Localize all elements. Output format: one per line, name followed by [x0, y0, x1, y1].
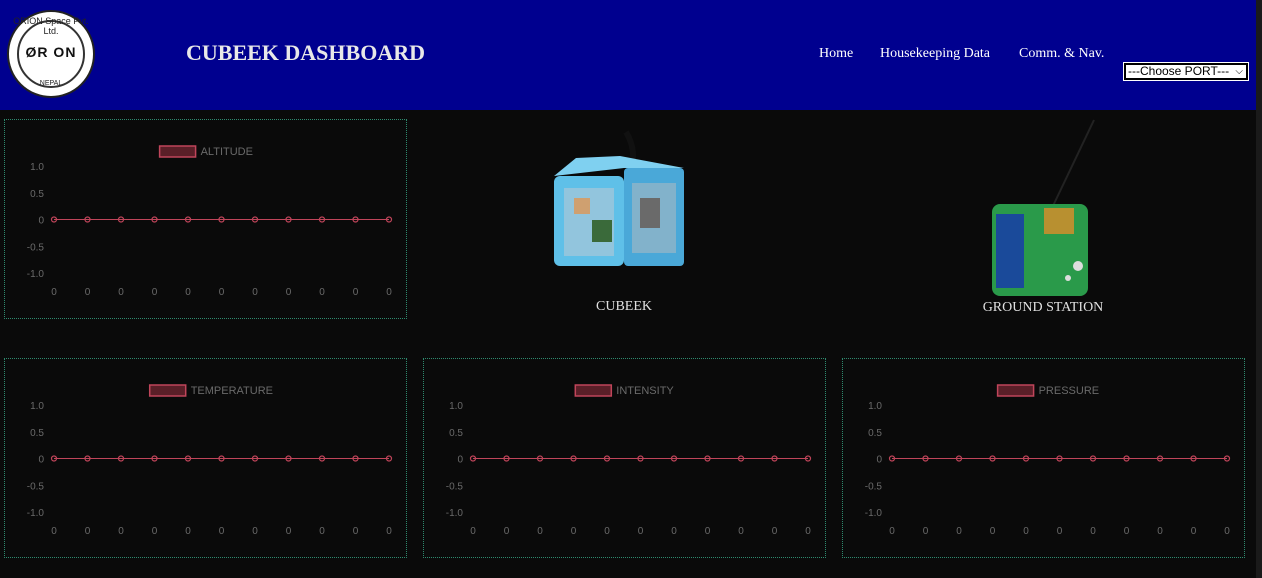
- legend-swatch: [148, 384, 187, 397]
- intensity-chart-panel: INTENSITY 1.0 0.5 0 -0.5 -1.0 0 0 0 0 0 0 0 0 0 0 0: [423, 358, 826, 558]
- orion-logo[interactable]: ORION Space Pvt. Ltd. ØR ON NEPAL: [7, 10, 95, 98]
- chevron-down-icon: ⌵: [1235, 66, 1243, 77]
- port-select[interactable]: ---Choose PORT--- ⌵: [1123, 62, 1249, 81]
- right-edge-strip: [1256, 0, 1262, 578]
- x-tick-label: 0: [353, 526, 359, 537]
- x-tick-label: 0: [990, 526, 996, 537]
- x-tick-label: 0: [671, 526, 677, 537]
- x-tick-label: 0: [286, 287, 292, 298]
- altitude-chart-panel: ALTITUDE 1.0 0.5 0 -0.5 -1.0 0 0 0 0 0 0 0 0 0 0 0: [4, 119, 407, 319]
- x-tick-label: 0: [185, 526, 191, 537]
- x-tick-label: 0: [319, 526, 325, 537]
- pressure-chart-panel: PRESSURE 1.0 0.5 0 -0.5 -1.0 0 0 0 0 0 0 0 0 0 0 0: [842, 358, 1245, 558]
- nav-home[interactable]: Home: [819, 46, 853, 62]
- cubeek-label: CUBEEK: [596, 299, 652, 314]
- x-tick-label: 0: [1124, 526, 1130, 537]
- port-select-value: ---Choose PORT---: [1128, 64, 1230, 78]
- y-tick-label: 1.0: [449, 401, 463, 412]
- x-tick-label: 0: [956, 526, 962, 537]
- x-tick-label: 0: [118, 526, 124, 537]
- x-tick-label: 0: [386, 526, 392, 537]
- x-tick-label: 0: [772, 526, 778, 537]
- y-tick-label: 0: [457, 455, 463, 466]
- x-tick-label: 0: [219, 287, 225, 298]
- ground-station-image: [992, 119, 1095, 296]
- y-tick-label: -0.5: [27, 481, 45, 492]
- x-tick-label: 0: [185, 287, 191, 298]
- header-bar: ORION Space Pvt. Ltd. ØR ON NEPAL CUBEEK…: [0, 0, 1256, 110]
- y-tick-label: 0.5: [868, 428, 882, 439]
- y-tick-label: 0.5: [30, 189, 44, 200]
- y-tick-label: -0.5: [446, 481, 464, 492]
- y-tick-label: -0.5: [27, 242, 45, 253]
- intensity-chart: INTENSITY 1.0 0.5 0 -0.5 -1.0 0 0 0 0 0 0 0 0 0 0 0: [446, 384, 811, 537]
- x-tick-label: 0: [889, 526, 895, 537]
- y-tick-label: 1.0: [30, 401, 44, 412]
- temperature-chart-panel: TEMPERATURE 1.0 0.5 0 -0.5 -1.0 0 0 0 0 0 0 0 0 0 0 0: [4, 358, 407, 558]
- x-tick-label: 0: [1023, 526, 1029, 537]
- x-tick-label: 0: [1224, 526, 1230, 537]
- y-tick-label: -1.0: [27, 508, 45, 519]
- x-tick-label: 0: [504, 526, 510, 537]
- x-tick-label: 0: [537, 526, 543, 537]
- x-tick-label: 0: [571, 526, 577, 537]
- x-tick-label: 0: [85, 526, 91, 537]
- y-tick-label: 1.0: [868, 401, 882, 412]
- x-tick-label: 0: [1191, 526, 1197, 537]
- y-tick-label: 0.5: [449, 428, 463, 439]
- ground-station-figure: GROUND STATION: [978, 118, 1108, 315]
- ground-station-label: GROUND STATION: [982, 300, 1104, 315]
- x-tick-label: 0: [152, 526, 158, 537]
- cubeek-figure: CUBEEK: [540, 128, 708, 315]
- y-tick-label: 0: [38, 455, 44, 466]
- x-tick-label: 0: [85, 287, 91, 298]
- y-tick-label: -0.5: [865, 481, 883, 492]
- y-tick-label: -1.0: [27, 269, 45, 280]
- x-tick-label: 0: [219, 526, 225, 537]
- x-tick-label: 0: [638, 526, 644, 537]
- legend-swatch: [574, 384, 613, 397]
- altitude-chart: ALTITUDE 1.0 0.5 0 -0.5 -1.0 0 0 0 0 0 0 0 0 0 0 0: [27, 145, 392, 298]
- x-tick-label: 0: [923, 526, 929, 537]
- logo-mark: ØR ON: [25, 44, 77, 60]
- x-tick-label: 0: [1090, 526, 1096, 537]
- x-tick-label: 0: [319, 287, 325, 298]
- x-tick-label: 0: [705, 526, 711, 537]
- x-tick-label: 0: [805, 526, 811, 537]
- y-tick-label: 0.5: [30, 428, 44, 439]
- legend-label: ALTITUDE: [201, 146, 253, 158]
- x-tick-label: 0: [1157, 526, 1163, 537]
- x-tick-label: 0: [152, 287, 158, 298]
- logo-bottom-text: NEPAL: [39, 80, 63, 87]
- pressure-chart: PRESSURE 1.0 0.5 0 -0.5 -1.0 0 0 0 0 0 0 0 0 0 0 0: [865, 384, 1230, 537]
- x-tick-label: 0: [51, 287, 57, 298]
- x-tick-label: 0: [286, 526, 292, 537]
- x-tick-label: 0: [252, 287, 258, 298]
- legend-label: INTENSITY: [616, 385, 674, 397]
- y-tick-label: 1.0: [30, 162, 44, 173]
- x-tick-label: 0: [118, 287, 124, 298]
- y-tick-label: -1.0: [865, 508, 883, 519]
- cubesat-image: [554, 130, 684, 266]
- nav-housekeeping-data[interactable]: Housekeeping Data: [880, 46, 990, 62]
- temperature-chart: TEMPERATURE 1.0 0.5 0 -0.5 -1.0 0 0 0 0 0 0 0 0 0 0 0: [27, 384, 392, 537]
- legend-label: TEMPERATURE: [191, 385, 273, 397]
- page-title: CUBEEK DASHBOARD: [186, 40, 425, 65]
- legend-swatch: [158, 145, 197, 158]
- x-tick-label: 0: [252, 526, 258, 537]
- nav-comm-nav[interactable]: Comm. & Nav.: [1019, 46, 1104, 62]
- x-tick-label: 0: [738, 526, 744, 537]
- logo-top-text: ORION Space Pvt. Ltd.: [13, 16, 89, 36]
- legend-swatch: [996, 384, 1035, 397]
- y-tick-label: 0: [38, 216, 44, 227]
- x-tick-label: 0: [353, 287, 359, 298]
- legend-label: PRESSURE: [1039, 385, 1100, 397]
- x-tick-label: 0: [1057, 526, 1063, 537]
- x-tick-label: 0: [470, 526, 476, 537]
- x-tick-label: 0: [386, 287, 392, 298]
- y-tick-label: 0: [876, 455, 882, 466]
- x-tick-label: 0: [51, 526, 57, 537]
- y-tick-label: -1.0: [446, 508, 464, 519]
- x-tick-label: 0: [604, 526, 610, 537]
